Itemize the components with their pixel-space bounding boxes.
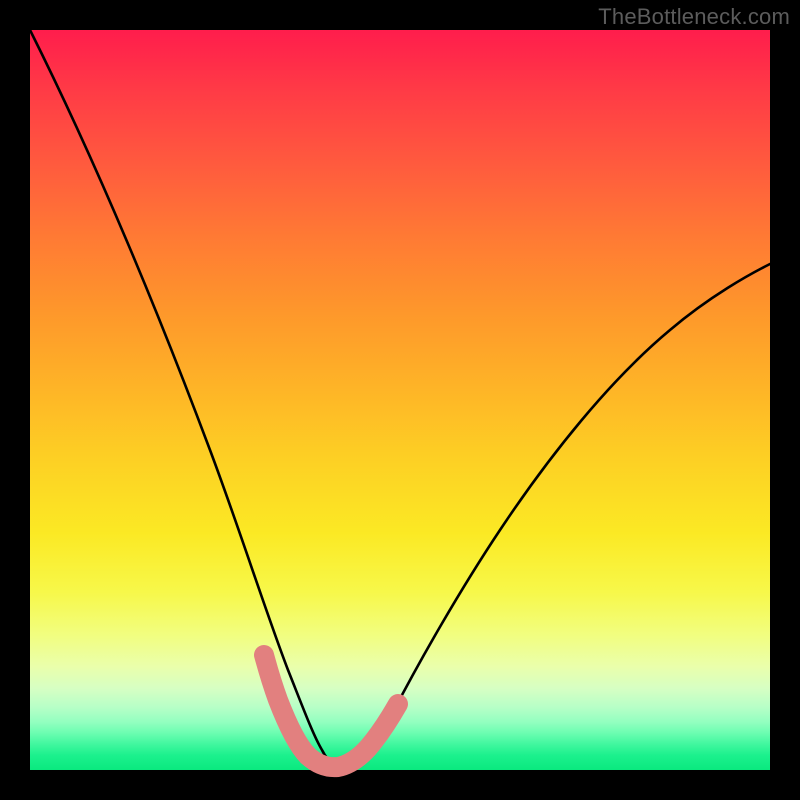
highlight-trough (264, 655, 398, 767)
plot-area (30, 30, 770, 770)
curve-svg (30, 30, 770, 770)
bottleneck-curve (30, 30, 770, 766)
watermark-text: TheBottleneck.com (598, 4, 790, 30)
chart-frame: TheBottleneck.com (0, 0, 800, 800)
